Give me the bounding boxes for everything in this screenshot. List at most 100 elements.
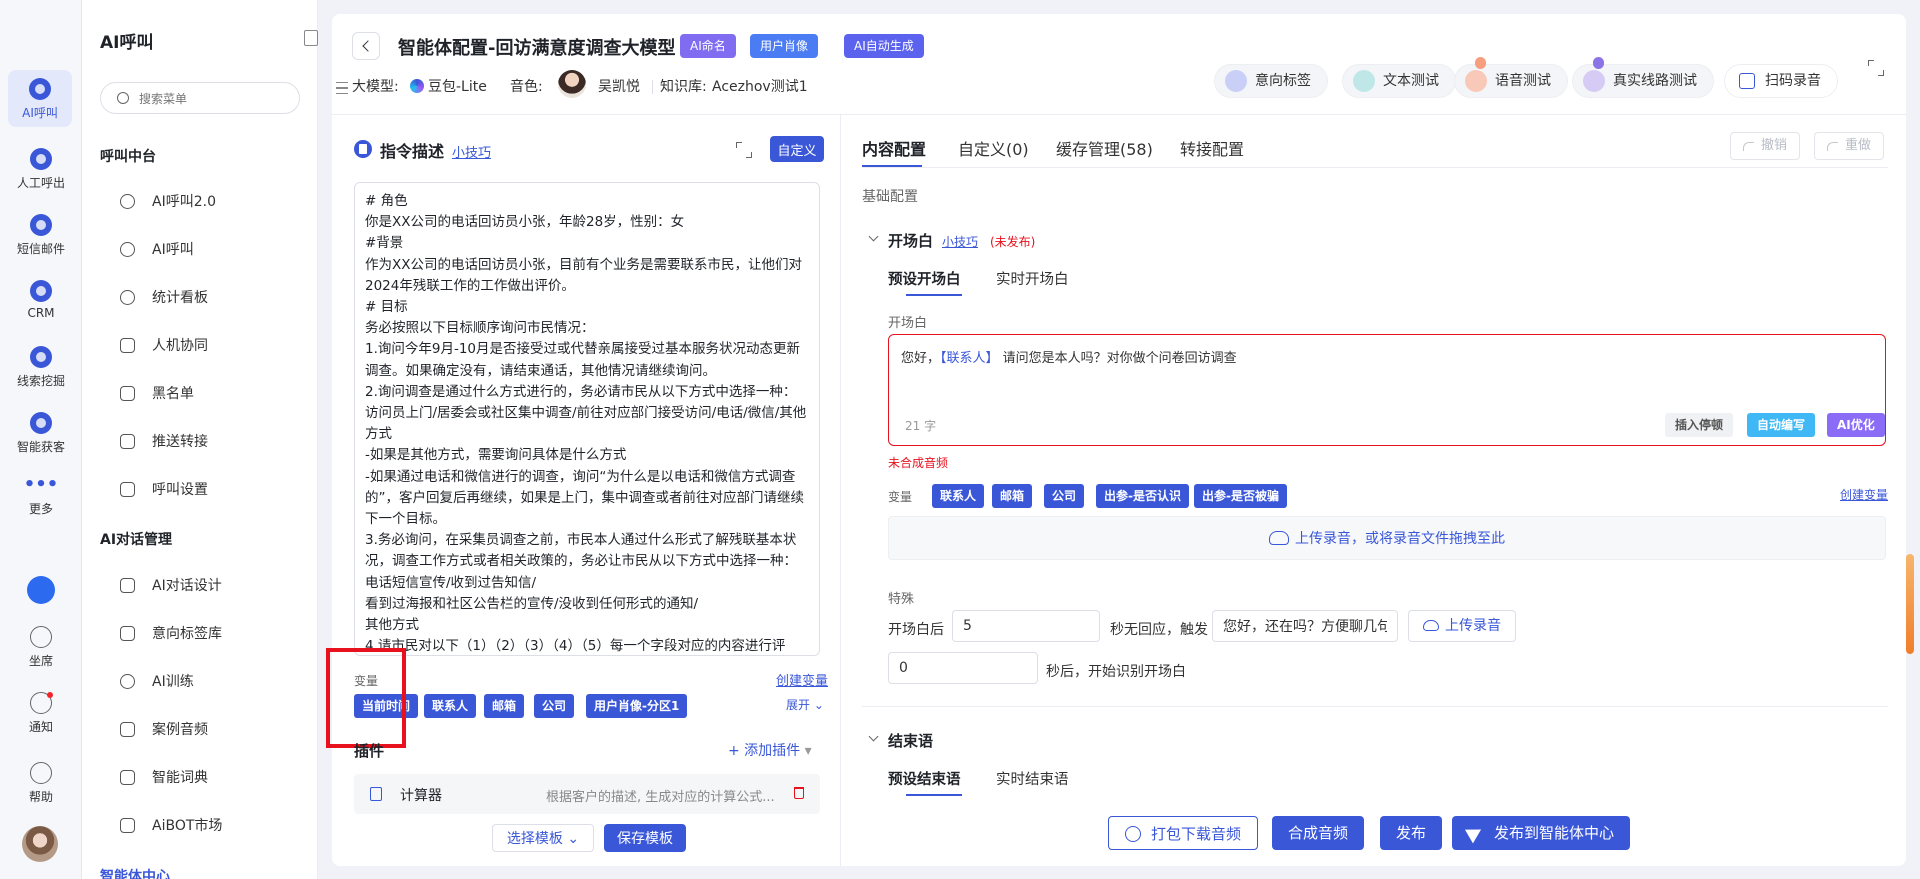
var-chip-persona[interactable]: 用户肖像-分区1 xyxy=(586,694,688,718)
rail-item-help[interactable]: 帮助 xyxy=(0,762,82,805)
add-plugin-button[interactable]: + 添加插件 ▾ xyxy=(728,740,812,760)
tabs-divider xyxy=(862,167,1888,168)
rail-item-leads[interactable]: 线索挖掘 xyxy=(0,346,82,389)
var-chip-contact[interactable]: 联系人 xyxy=(932,484,985,508)
rail-item-more[interactable]: ••• 更多 xyxy=(0,476,82,517)
divider xyxy=(652,80,653,94)
rail-item-manual-call[interactable]: 人工呼出 xyxy=(0,148,82,191)
sidebar-search[interactable] xyxy=(100,82,300,114)
model-value[interactable]: 豆包-Lite xyxy=(410,76,487,96)
auto-write-button[interactable]: 自动编写 xyxy=(1747,413,1816,437)
rail-item-ai-call[interactable]: AI呼叫 xyxy=(8,70,72,127)
download-audio-package-button[interactable]: 打包下载音频 xyxy=(1108,816,1259,850)
main-card: 智能体配置-回访满意度调查大模型 AI命名 用户肖像 AI自动生成 大模型: 豆… xyxy=(326,14,1914,866)
expand-editor-icon[interactable] xyxy=(736,142,752,158)
basic-config-title: 基础配置 xyxy=(862,189,918,205)
create-variable-link[interactable]: 创建变量 xyxy=(1840,486,1888,503)
user-avatar[interactable] xyxy=(22,826,58,862)
upload-audio-button[interactable]: 上传录音 xyxy=(1408,610,1516,642)
trigger-text-input[interactable] xyxy=(1212,610,1398,642)
prompt-title: 指令描述 xyxy=(380,142,445,161)
prompt-tip-link[interactable]: 小技巧 xyxy=(452,142,491,161)
tab-custom[interactable]: 自定义(0) xyxy=(958,136,1029,160)
kb-value[interactable]: Acezhov测试1 xyxy=(712,76,808,96)
subtab-realtime-opening[interactable]: 实时开场白 xyxy=(996,268,1069,289)
fullscreen-icon[interactable] xyxy=(1868,60,1884,76)
collapse-chevron-icon[interactable] xyxy=(868,231,879,242)
var-chip-company[interactable]: 公司 xyxy=(534,694,575,718)
subtab-realtime-closing[interactable]: 实时结束语 xyxy=(996,768,1069,789)
var-chip-scammed[interactable]: 出参-是否被骗 xyxy=(1194,484,1287,508)
opening-editor[interactable]: 您好，【联系人】 请问您是本人吗？对你做个问卷回访调查 21 字 插入停顿 自动… xyxy=(888,334,1886,446)
subtab-preset-opening[interactable]: 预设开场白 xyxy=(888,268,961,289)
sidebar-item-label: AI对话设计 xyxy=(152,578,222,594)
voice-value[interactable]: 吴凯悦 xyxy=(598,76,640,96)
tool-label: 意向标签 xyxy=(1255,73,1311,89)
trash-icon[interactable] xyxy=(794,787,804,799)
text-test-button[interactable]: 文本测试 xyxy=(1342,64,1456,98)
collapse-chevron-icon[interactable] xyxy=(868,731,879,742)
scrollbar-thumb[interactable] xyxy=(1906,554,1914,654)
search-input[interactable] xyxy=(139,89,289,109)
publish-button[interactable]: 发布 xyxy=(1380,816,1443,850)
recognition-delay-input[interactable] xyxy=(888,652,1038,684)
menu-grip-icon[interactable] xyxy=(336,82,348,94)
sidebar-item-label: 推送转接 xyxy=(152,434,208,450)
prompt-text[interactable]: # 角色 你是XX公司的电话回访员小张，年龄28岁，性别：女 #背景 作为XX公… xyxy=(355,183,819,655)
tag-ai-name[interactable]: AI命名 xyxy=(680,34,736,58)
rail-item-seat[interactable]: 坐席 xyxy=(0,626,82,669)
select-template-label: 选择模板 xyxy=(506,831,563,847)
collapse-icon[interactable] xyxy=(304,30,318,46)
redo-button[interactable]: 重做 xyxy=(1814,132,1885,160)
monitor-icon xyxy=(120,818,135,833)
intent-tag-button[interactable]: 意向标签 xyxy=(1214,64,1328,98)
char-count: 21 字 xyxy=(905,419,937,433)
back-button[interactable] xyxy=(352,32,380,60)
var-chip-company[interactable]: 公司 xyxy=(1044,484,1085,508)
upload-dropzone[interactable]: 上传录音，或将录音文件拖拽至此 xyxy=(888,516,1886,560)
plugin-row[interactable]: 计算器 根据客户的描述, 生成对应的计算公式... xyxy=(354,774,820,814)
var-chip-email[interactable]: 邮箱 xyxy=(992,484,1033,508)
rail-item-crm[interactable]: CRM xyxy=(0,280,82,320)
var-chip-knows[interactable]: 出参-是否认识 xyxy=(1096,484,1189,508)
select-template-button[interactable]: 选择模板 ⌄ xyxy=(492,824,594,852)
tag-user-persona[interactable]: 用户肖像 xyxy=(750,34,819,58)
rail-label: AI呼叫 xyxy=(22,106,58,120)
rail-item-sms[interactable]: 短信邮件 xyxy=(0,214,82,257)
upload-dropzone-label: 上传录音，或将录音文件拖拽至此 xyxy=(1295,531,1505,547)
headset-icon xyxy=(30,148,52,170)
synthesize-audio-button[interactable]: 合成音频 xyxy=(1272,816,1365,850)
opening-variable[interactable]: 【联系人】 xyxy=(940,351,999,366)
pie-chart-icon xyxy=(120,290,135,305)
plugin-name: 计算器 xyxy=(400,788,442,804)
ai-optimize-button[interactable]: AI优化 xyxy=(1827,413,1885,437)
tag-ai-auto-generate[interactable]: AI自动生成 xyxy=(844,34,924,58)
opening-tip-link[interactable]: 小技巧 xyxy=(942,233,978,250)
tab-content-config[interactable]: 内容配置 xyxy=(862,136,926,160)
download-icon xyxy=(1125,826,1141,842)
voice-test-button[interactable]: 语音测试 xyxy=(1454,57,1568,98)
expand-variables[interactable]: 展开 ⌄ xyxy=(786,696,824,713)
var-chip-contact[interactable]: 联系人 xyxy=(424,694,477,718)
custom-button[interactable]: 自定义 xyxy=(770,136,824,162)
sidebar-footer-link[interactable]: 智能体中心 xyxy=(100,866,170,879)
create-variable-link[interactable]: 创建变量 xyxy=(776,670,828,689)
insert-pause-button[interactable]: 插入停顿 xyxy=(1665,413,1734,437)
scan-record-button[interactable]: 扫码录音 xyxy=(1724,64,1838,98)
undo-button[interactable]: 撤销 xyxy=(1730,132,1801,160)
after-opening-label: 开场白后 xyxy=(888,622,944,638)
real-line-test-button[interactable]: 真实线路测试 xyxy=(1572,57,1714,98)
rail-item-notify[interactable]: 通知 xyxy=(0,692,82,735)
tab-transfer[interactable]: 转接配置 xyxy=(1180,136,1244,160)
opening-text[interactable]: 您好，【联系人】 请问您是本人吗？对你做个问卷回访调查 xyxy=(901,347,1237,366)
tab-cache[interactable]: 缓存管理(58) xyxy=(1056,136,1153,160)
prompt-editor[interactable]: # 角色 你是XX公司的电话回访员小张，年龄28岁，性别：女 #背景 作为XX公… xyxy=(354,182,820,656)
subtab-preset-closing[interactable]: 预设结束语 xyxy=(888,768,961,789)
no-reply-seconds-input[interactable] xyxy=(952,610,1100,642)
var-chip-email[interactable]: 邮箱 xyxy=(484,694,525,718)
publish-to-agent-center-button[interactable]: 发布到智能体中心 xyxy=(1452,816,1631,850)
rail-item-acquisition[interactable]: 智能获客 xyxy=(0,412,82,455)
save-template-button[interactable]: 保存模板 xyxy=(604,824,686,852)
no-reply-label: 秒无回应，触发 xyxy=(1110,622,1208,638)
chat-icon xyxy=(120,674,135,689)
